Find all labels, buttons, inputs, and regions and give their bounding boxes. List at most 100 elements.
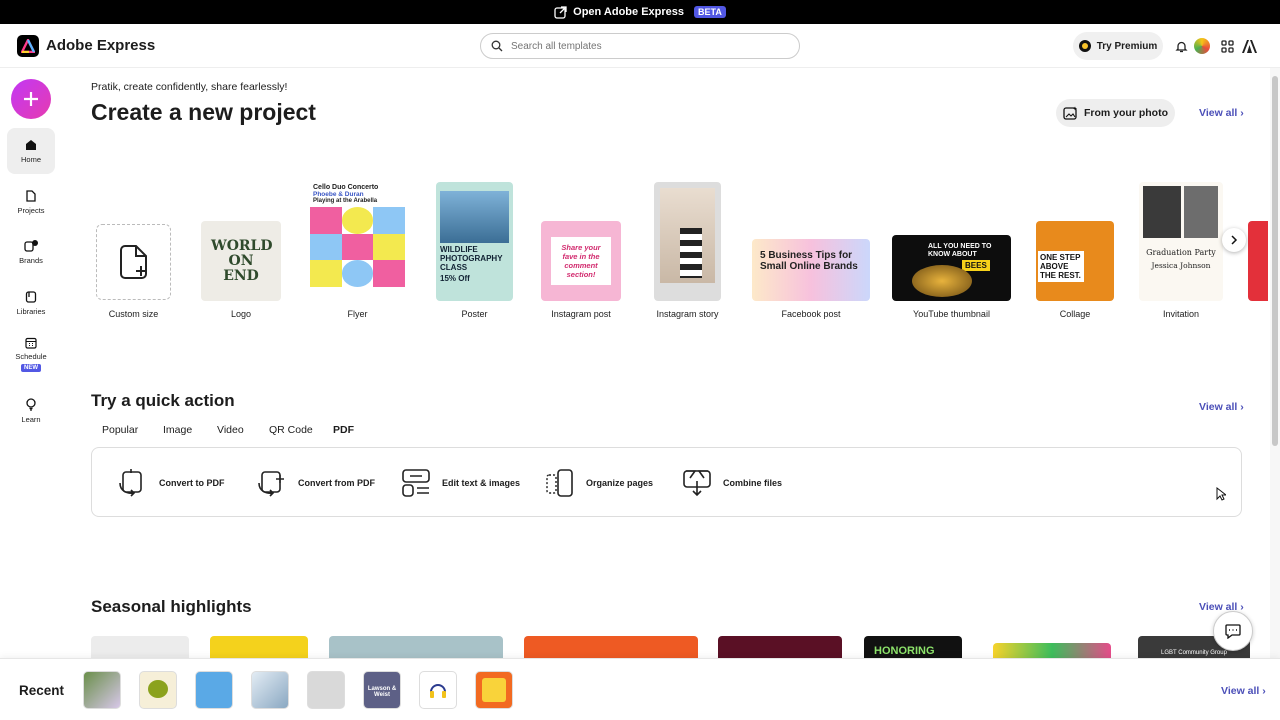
edit-text-images-icon	[402, 469, 430, 497]
from-photo-label: From your photo	[1084, 107, 1168, 119]
view-all-recent-link[interactable]: View all ›	[1221, 685, 1266, 697]
try-premium-button[interactable]: Try Premium	[1073, 32, 1163, 60]
template-label: YouTube thumbnail	[913, 309, 990, 319]
from-your-photo-button[interactable]: From your photo	[1056, 99, 1175, 127]
template-label: Instagram post	[551, 309, 611, 319]
seasonal-card-honoring[interactable]: HONORING	[864, 636, 962, 658]
recent-thumb[interactable]: Lawson & Weist	[363, 671, 401, 709]
tab-video[interactable]: Video	[217, 424, 244, 436]
tab-image[interactable]: Image	[163, 424, 192, 436]
convert-to-pdf-action[interactable]: Convert to PDF	[117, 467, 225, 499]
seasonal-card[interactable]	[524, 636, 698, 658]
recent-thumb[interactable]	[195, 671, 233, 709]
template-facebook-post[interactable]: 5 Business Tips for Small Online Brands	[752, 239, 870, 301]
seasonal-card[interactable]	[91, 636, 189, 658]
convert-from-pdf-action[interactable]: Convert from PDF	[256, 467, 375, 499]
adobe-logo-icon[interactable]	[1241, 38, 1257, 54]
home-icon	[26, 139, 36, 150]
recent-thumb[interactable]	[139, 671, 177, 709]
facebook-post-art: 5 Business Tips for Small Online Brands	[760, 250, 858, 272]
sidebar-item-label: Schedule	[15, 351, 47, 361]
seasonal-card[interactable]	[993, 643, 1111, 658]
template-collage[interactable]: ONE STEP ABOVE THE REST.	[1036, 221, 1114, 301]
tab-pdf[interactable]: PDF	[333, 424, 354, 436]
template-custom-size[interactable]	[96, 224, 171, 300]
template-label: Flyer	[347, 309, 368, 319]
carousel-next-button[interactable]	[1222, 228, 1246, 252]
recent-thumb[interactable]	[83, 671, 121, 709]
sidebar-item-learn[interactable]: Learn	[7, 388, 55, 434]
premium-label: Try Premium	[1096, 40, 1158, 52]
action-label: Convert to PDF	[159, 478, 225, 488]
header: Adobe Express Try Premium	[0, 24, 1280, 68]
template-poster[interactable]: WILDLIFE PHOTOGRAPHY CLASS 15% Off	[436, 182, 513, 301]
calendar-icon	[25, 337, 37, 349]
template-next-partial[interactable]	[1248, 221, 1268, 301]
seasonal-card[interactable]	[329, 636, 503, 658]
recent-thumb[interactable]	[307, 671, 345, 709]
logo-art: WORLD ON END	[211, 237, 273, 284]
new-file-icon	[119, 245, 147, 279]
action-label: Convert from PDF	[298, 478, 376, 488]
action-label: Combine files	[723, 478, 783, 488]
template-youtube-thumbnail[interactable]: ALL YOU NEED TO KNOW ABOUT BEES	[892, 235, 1011, 301]
youtube-art: ALL YOU NEED TO KNOW ABOUT	[928, 243, 992, 258]
notifications-bell-icon[interactable]	[1173, 38, 1189, 54]
sidebar-item-home[interactable]: Home	[7, 128, 55, 174]
flyer-pattern	[310, 207, 405, 287]
template-logo[interactable]: WORLD ON END	[201, 221, 281, 301]
template-instagram-post[interactable]: Share your fave in the comment section!	[541, 221, 621, 301]
open-express-banner[interactable]: Open Adobe Express BETA	[0, 0, 1280, 24]
avatar[interactable]	[1194, 38, 1210, 54]
recent-title: Recent	[19, 683, 65, 698]
sidebar: Home Projects Brands Libraries Schedule …	[0, 68, 62, 658]
template-instagram-story[interactable]	[654, 182, 721, 301]
scrollbar-thumb[interactable]	[1272, 76, 1278, 446]
edit-text-images-action[interactable]: Edit text & images	[400, 467, 520, 499]
invitation-photos	[1139, 182, 1223, 242]
template-invitation[interactable]: Graduation Party Jessica Johnson	[1139, 182, 1223, 301]
view-all-quick-actions-link[interactable]: View all ›	[1199, 401, 1244, 413]
banner-text: Open Adobe Express	[573, 6, 684, 18]
recent-thumb[interactable]	[251, 671, 289, 709]
sidebar-item-libraries[interactable]: Libraries	[7, 280, 55, 326]
view-all-templates-link[interactable]: View all ›	[1199, 107, 1244, 119]
headphones-icon	[430, 684, 446, 698]
recent-thumb[interactable]	[475, 671, 513, 709]
chevron-right-icon	[1231, 235, 1238, 245]
convert-from-pdf-icon	[258, 471, 284, 497]
sidebar-item-label: Brands	[19, 255, 43, 265]
invitation-title: Graduation Party	[1146, 248, 1216, 257]
search-input[interactable]	[511, 40, 771, 52]
combine-files-action[interactable]: Combine files	[681, 467, 782, 499]
seasonal-card[interactable]	[718, 636, 842, 658]
tab-popular[interactable]: Popular	[102, 424, 138, 436]
sidebar-item-label: Home	[20, 154, 41, 164]
adobe-express-logo[interactable]	[17, 35, 39, 57]
page-title: Create a new project	[91, 99, 316, 125]
page-scrollbar[interactable]	[1270, 68, 1280, 658]
projects-icon	[26, 189, 36, 202]
recent-thumb[interactable]	[419, 671, 457, 709]
seasonal-card[interactable]	[210, 636, 308, 658]
new-badge: NEW	[21, 363, 41, 372]
external-link-icon	[554, 5, 567, 19]
create-new-button[interactable]	[11, 79, 51, 119]
chat-support-button[interactable]	[1213, 611, 1253, 651]
apps-grid-icon[interactable]	[1219, 38, 1235, 54]
sidebar-item-brands[interactable]: Brands	[7, 229, 55, 275]
tab-qr-code[interactable]: QR Code	[269, 424, 313, 436]
quick-action-title: Try a quick action	[91, 391, 235, 410]
invitation-name: Jessica Johnson	[1151, 261, 1211, 270]
action-label: Organize pages	[586, 478, 654, 488]
collage-art: ONE STEP ABOVE THE REST.	[1038, 251, 1084, 282]
search-bar[interactable]	[480, 33, 800, 59]
story-photo	[660, 188, 715, 283]
sidebar-item-schedule[interactable]: Schedule NEW	[7, 326, 55, 382]
template-flyer[interactable]: Cello Duo Concerto Phoebe & Duran Playin…	[310, 182, 405, 301]
libraries-icon	[25, 290, 37, 303]
quick-actions-panel: Convert to PDF Convert from PDF Edit tex…	[91, 447, 1242, 517]
organize-pages-action[interactable]: Organize pages	[544, 467, 653, 499]
sidebar-item-projects[interactable]: Projects	[7, 179, 55, 225]
lightbulb-icon	[26, 398, 36, 411]
